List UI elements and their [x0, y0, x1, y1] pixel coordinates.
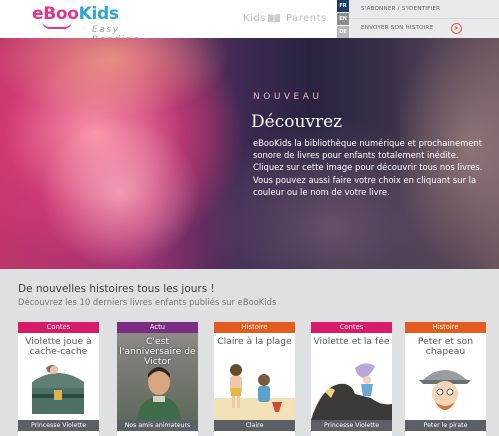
card-title: Violette et la fée [313, 336, 390, 347]
ebookids-logo[interactable]: eBooKids Easy Reading [32, 4, 172, 45]
nav-kids-link[interactable]: Kids [243, 13, 266, 24]
card-title: Claire à la plage [217, 336, 292, 347]
book-card[interactable]: Contes Violette et la fée Princesse Viol… [311, 322, 392, 436]
fairy-illustration [311, 358, 392, 420]
card-category-tag: Histoire [214, 322, 295, 333]
hero-body-text: eBooKids la bibliothèque numérique et pr… [253, 138, 483, 197]
language-switcher: FR EN DE [337, 0, 349, 38]
subscribe-login-link[interactable]: S'ABONNER / S'IDENTIFIER [349, 0, 499, 19]
new-stories-section: De nouvelles histoires tous les jours ! … [0, 269, 499, 436]
card-character-name: Princesse Violette [311, 420, 392, 431]
card-title: Peter et son chapeau [417, 336, 474, 357]
card-character-name: Peter le pirate [405, 420, 486, 431]
section-title: De nouvelles histoires tous les jours ! [18, 283, 215, 295]
logo-smile-icon [42, 21, 72, 29]
hero-kicker: NOUVEAU [253, 92, 323, 102]
send-story-label: ENVOYER SON HISTOIRE [361, 25, 434, 31]
card-category-tag: Actu [117, 322, 198, 333]
card-category-tag: Contes [18, 322, 99, 333]
lang-en-button[interactable]: EN [337, 13, 349, 25]
book-card[interactable]: Histoire Peter et son chapeau Peter le p… [405, 322, 486, 436]
lang-fr-button[interactable]: FR [337, 0, 349, 12]
beach-illustration [214, 358, 295, 420]
card-category-tag: Contes [311, 322, 392, 333]
hero-banner[interactable]: NOUVEAU Découvrez eBooKids la bibliothèq… [0, 38, 499, 269]
nav-parents-link[interactable]: Parents [286, 13, 327, 24]
book-cards: Contes Violette joue à cache-cache Princ… [18, 322, 499, 436]
book-card[interactable]: Actu C'est l'anniversaire de Victor Nos … [117, 322, 198, 436]
card-character-name: Nos amis animateurs [117, 420, 198, 431]
person-portrait-icon [137, 367, 181, 420]
section-subtitle: Découvrez les 10 derniers livres enfants… [18, 297, 277, 307]
book-icon [268, 14, 280, 23]
lang-de-button[interactable]: DE [337, 26, 349, 38]
card-category-tag: Histoire [405, 322, 486, 333]
card-character-name: Princesse Violette [18, 420, 99, 431]
site-header: eBooKids Easy Reading Kids Parents FR EN… [0, 0, 499, 45]
book-card[interactable]: Contes Violette joue à cache-cache Princ… [18, 322, 99, 436]
treasure-chest-illustration [18, 358, 99, 420]
account-actions: S'ABONNER / S'IDENTIFIER ENVOYER SON HIS… [349, 0, 499, 38]
carousel-dots [238, 259, 270, 265]
send-story-button[interactable]: ENVOYER SON HISTOIRE ➤ [349, 19, 499, 38]
card-title: Violette joue à cache-cache [25, 336, 92, 357]
send-icon: ➤ [451, 23, 462, 34]
hero-image-child [40, 118, 200, 268]
hero-title: Découvrez [251, 112, 343, 132]
book-card[interactable]: Histoire Claire à la plage Claire [214, 322, 295, 436]
pirate-illustration [405, 358, 486, 420]
card-character-name: Claire [214, 420, 295, 431]
